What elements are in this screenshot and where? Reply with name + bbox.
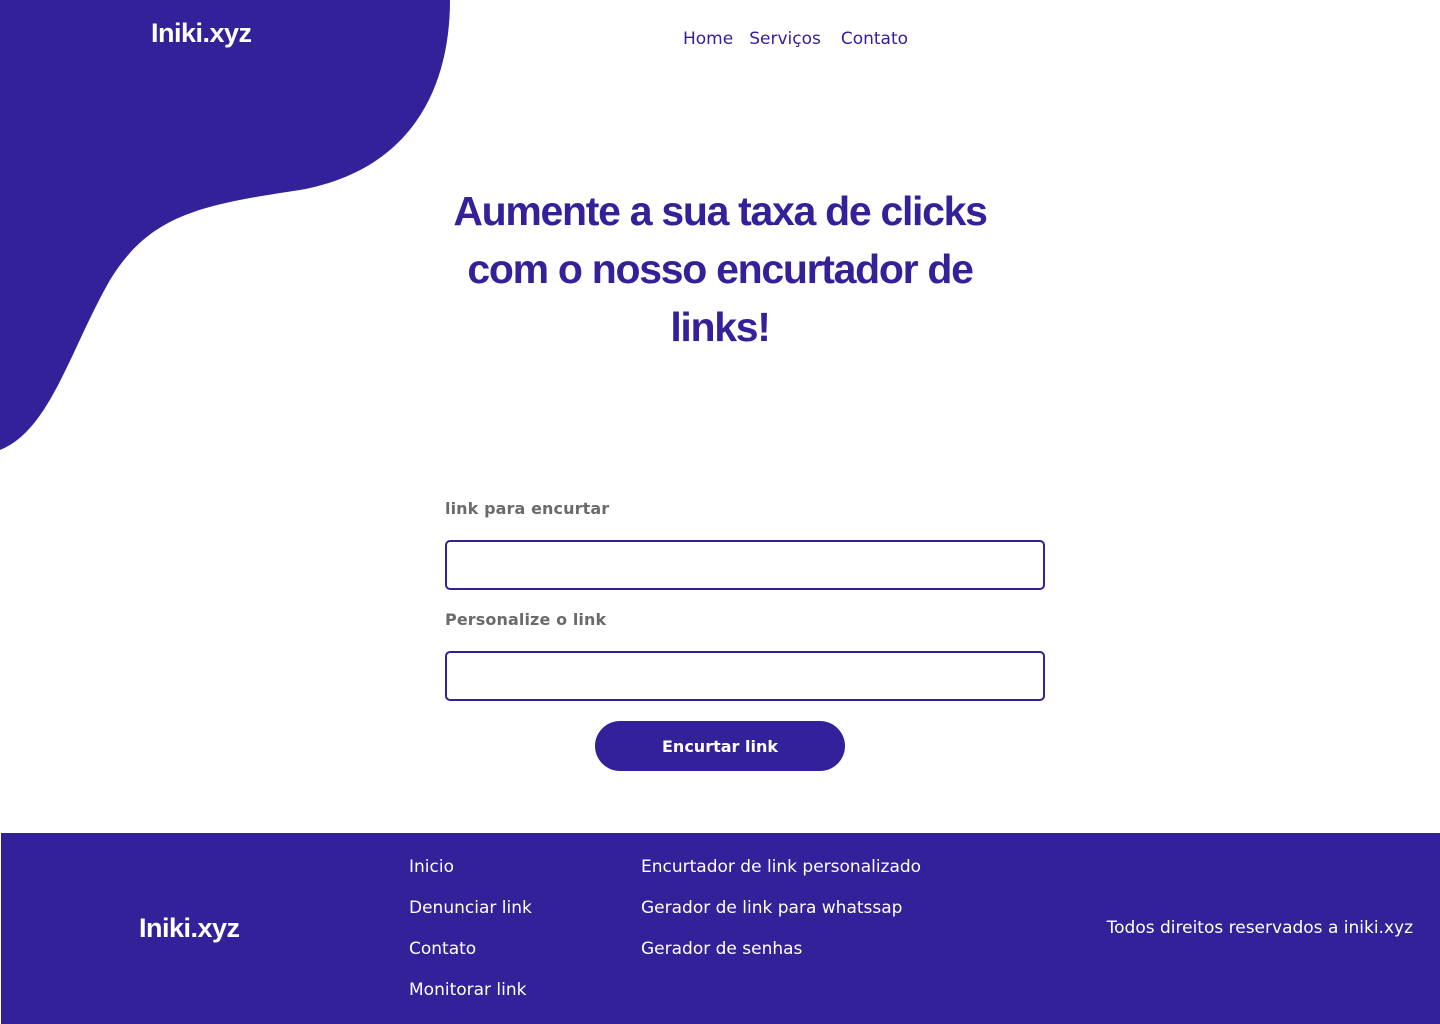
- nav-servicos-link[interactable]: Serviços: [749, 28, 821, 50]
- hero-headline: Aumente a sua taxa de clicks com o nosso…: [453, 188, 988, 350]
- footer-logo[interactable]: Iniki.xyz: [139, 913, 240, 944]
- footer-link-inicio[interactable]: Inicio: [409, 856, 532, 879]
- nav-home-link[interactable]: Home: [683, 28, 733, 50]
- link-input[interactable]: [445, 540, 1045, 590]
- link-field-label: link para encurtar: [445, 499, 610, 518]
- footer-link-monitorar[interactable]: Monitorar link: [409, 979, 532, 1002]
- footer-link-denunciar[interactable]: Denunciar link: [409, 897, 532, 920]
- decorative-blob: [0, 0, 450, 450]
- custom-link-label: Personalize o link: [445, 610, 607, 629]
- header-logo[interactable]: Iniki.xyz: [151, 18, 252, 49]
- shorten-link-button[interactable]: Encurtar link: [595, 721, 845, 771]
- custom-link-input[interactable]: [445, 651, 1045, 701]
- footer-link-encurtador[interactable]: Encurtador de link personalizado: [641, 856, 921, 879]
- footer-links-main: Inicio Denunciar link Contato Monitorar …: [409, 856, 532, 1020]
- footer-link-whatsapp[interactable]: Gerador de link para whatssap: [641, 897, 921, 920]
- footer-link-senhas[interactable]: Gerador de senhas: [641, 938, 921, 961]
- main-nav: Home Serviços Contato: [683, 28, 908, 50]
- copyright-text: Todos direitos reservados a iniki.xyz: [1106, 918, 1413, 938]
- nav-contato-link[interactable]: Contato: [841, 28, 908, 50]
- footer-link-contato[interactable]: Contato: [409, 938, 532, 961]
- footer-links-tools: Encurtador de link personalizado Gerador…: [641, 856, 921, 979]
- footer: Iniki.xyz Inicio Denunciar link Contato …: [1, 833, 1440, 1024]
